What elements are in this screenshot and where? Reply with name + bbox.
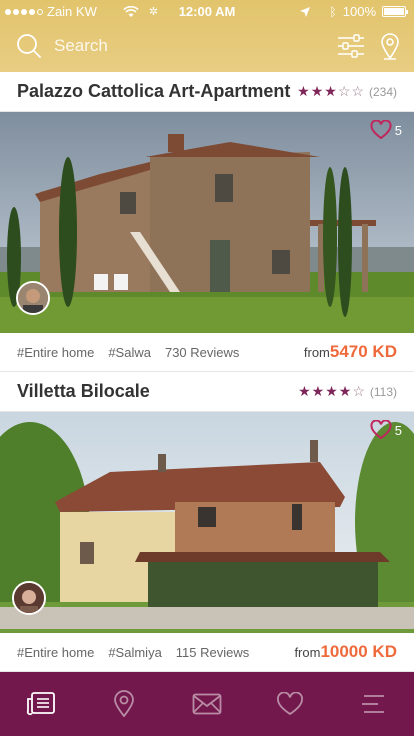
price: from 10000 KD [294,642,397,662]
search-icon[interactable] [16,33,42,59]
listing-header: Palazzo Cattolica Art-Apartment ★ ★ ★ ☆ … [0,72,414,112]
listing-card[interactable]: Palazzo Cattolica Art-Apartment ★ ★ ★ ☆ … [0,72,414,372]
star-filled-icon: ★ [310,83,324,99]
price-amount: 5470 KD [329,342,397,361]
price-prefix: from [294,645,321,660]
host-avatar[interactable] [12,581,46,615]
search-bar [0,28,414,64]
listing-meta: #Entire home #Salwa 730 Reviews from 547… [0,333,414,372]
status-bar: Zain KW ✲ 12:00 AM ᛒ 100% [0,0,414,22]
price-prefix: from [303,345,330,360]
bluetooth-icon: ᛒ [329,4,337,19]
listing-feed[interactable]: Palazzo Cattolica Art-Apartment ★ ★ ★ ☆ … [0,72,414,672]
star-filled-icon: ★ [338,383,352,399]
listing-card[interactable]: Villetta Bilocale ★ ★ ★ ★ ☆ (113) 5 #Ent… [0,372,414,672]
villa-image [0,412,414,633]
battery-percent: 100% [342,4,376,19]
listing-header: Villetta Bilocale ★ ★ ★ ★ ☆ (113) [0,372,414,412]
map-pin-icon [114,690,135,718]
rating-count: (113) [369,384,397,399]
reviews-link[interactable]: 115 Reviews [176,645,249,660]
host-avatar[interactable] [16,281,50,315]
star-filled-icon: ★ [325,383,338,399]
star-empty-icon: ☆ [337,83,351,99]
search-input[interactable] [54,34,284,58]
price: from 5470 KD [304,342,397,362]
tag-property-type[interactable]: #Entire home [17,645,94,660]
listing-photo[interactable]: 5 [0,112,414,333]
tag-location[interactable]: #Salmiya [108,645,161,660]
like-counter[interactable]: 5 [370,120,402,140]
tab-bar [0,672,414,736]
tab-favorites[interactable] [248,672,331,736]
map-pin-icon[interactable] [380,32,400,60]
battery-icon [382,6,408,17]
star-rating: ★ ★ ★ ★ ☆ (113) [298,383,397,400]
rating-count: (234) [368,84,397,99]
star-empty-icon: ☆ [352,383,365,399]
tag-property-type[interactable]: #Entire home [17,345,94,360]
heart-icon [276,692,303,716]
price-amount: 10000 KD [320,642,397,661]
listings-icon [27,692,56,716]
stone-house-image [0,112,414,333]
tab-listings[interactable] [0,672,83,736]
tab-map[interactable] [83,672,166,736]
reviews-link[interactable]: 730 Reviews [165,345,239,360]
star-filled-icon: ★ [298,383,311,399]
listing-photo[interactable]: 5 [0,412,414,633]
star-rating: ★ ★ ★ ☆ ☆ (234) [297,83,397,100]
like-count: 5 [394,122,402,138]
listing-title[interactable]: Villetta Bilocale [17,381,150,402]
menu-icon [361,695,384,713]
listing-title[interactable]: Palazzo Cattolica Art-Apartment [17,81,290,102]
tab-messages[interactable] [166,672,249,736]
filter-icon[interactable] [337,34,365,58]
tag-location[interactable]: #Salwa [108,345,151,360]
heart-icon[interactable] [370,120,392,140]
star-filled-icon: ★ [311,383,325,399]
mail-icon [192,693,222,715]
listing-meta: #Entire home #Salmiya 115 Reviews from 1… [0,633,414,672]
like-counter[interactable]: 5 [370,420,402,440]
tab-menu[interactable] [331,672,414,736]
location-arrow-icon [299,6,310,17]
heart-icon[interactable] [370,420,392,440]
star-empty-icon: ☆ [351,83,364,99]
star-filled-icon: ★ [297,83,310,99]
header: Zain KW ✲ 12:00 AM ᛒ 100% [0,0,414,72]
star-filled-icon: ★ [324,83,337,99]
like-count: 5 [394,422,402,438]
